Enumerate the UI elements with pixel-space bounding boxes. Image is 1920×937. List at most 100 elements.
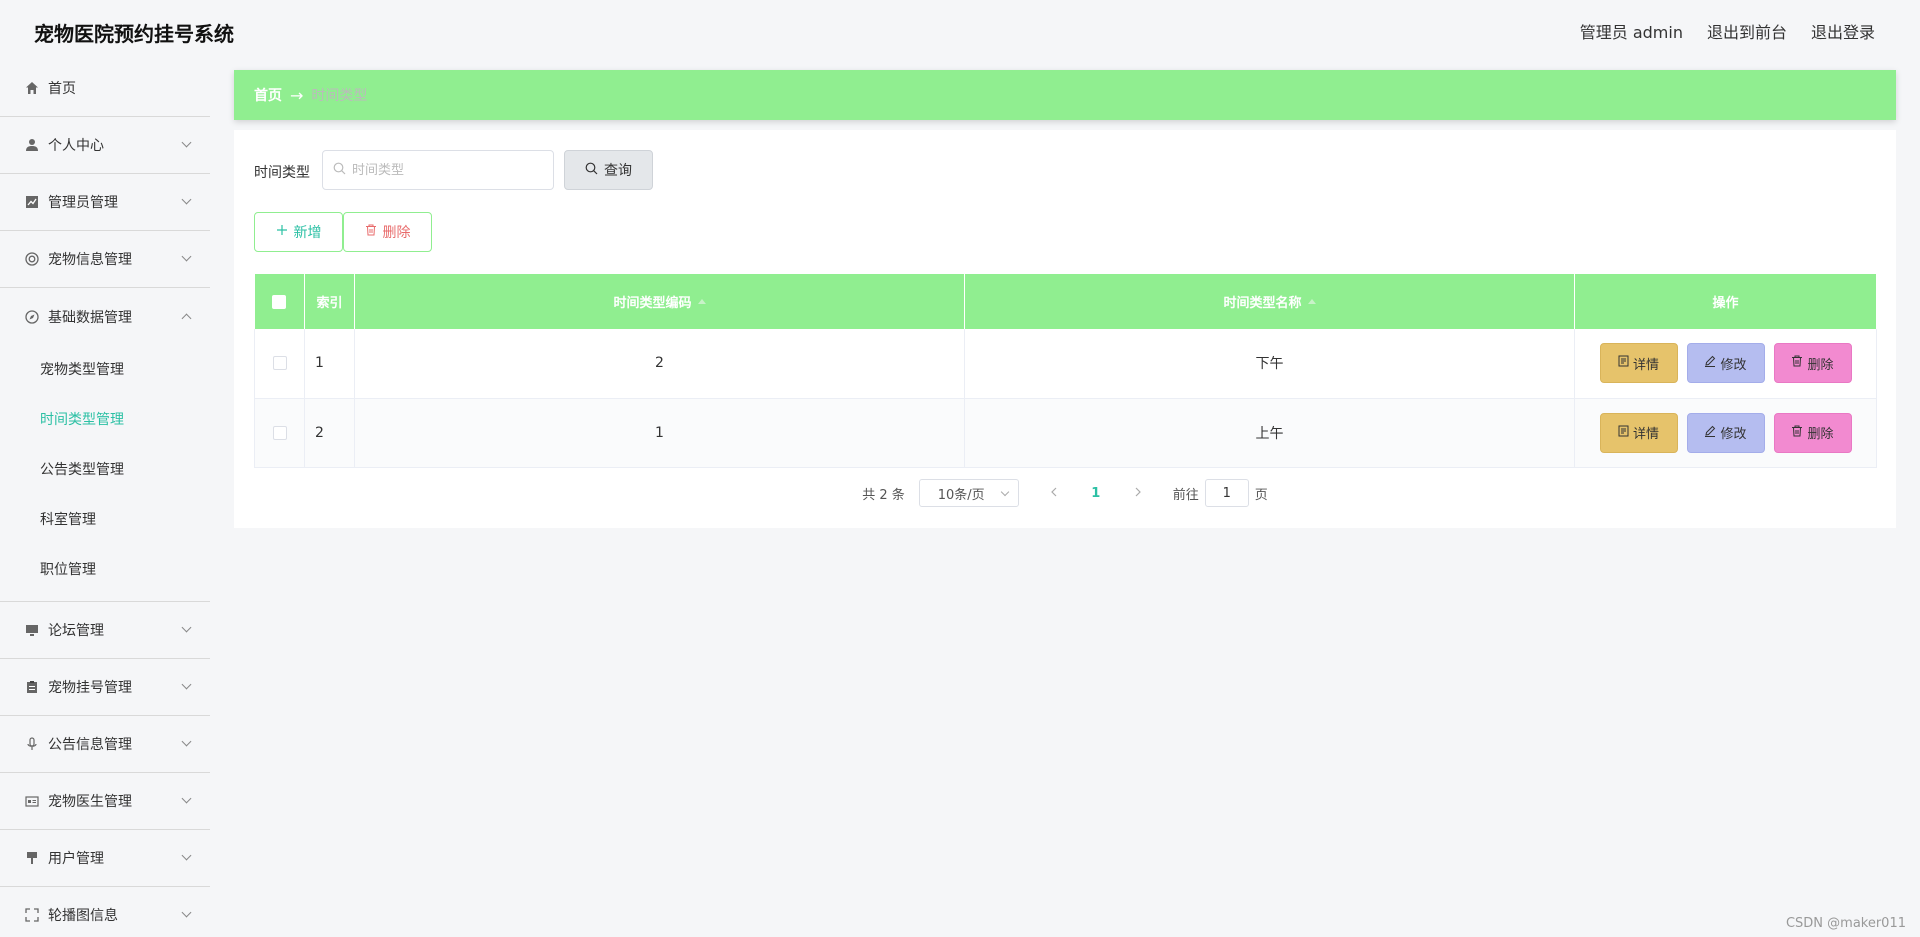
chevron-down-icon: [181, 850, 192, 861]
user-icon: [24, 137, 40, 153]
edit-button[interactable]: 修改: [1686, 343, 1765, 384]
goto-page: 前往 页: [1173, 479, 1268, 507]
goto-page-input[interactable]: [1204, 479, 1249, 507]
row-select-cell[interactable]: [254, 329, 305, 399]
goto-prefix: 前往: [1172, 487, 1199, 503]
add-button-label: 新增: [293, 225, 322, 241]
sidebar-item-admin-management[interactable]: 管理员管理: [0, 174, 210, 231]
watermark: CSDN @maker011: [1785, 916, 1906, 931]
chevron-down-icon: [181, 679, 192, 690]
sidebar-item-label: 轮播图信息: [48, 908, 118, 924]
chevron-down-icon: [181, 736, 192, 747]
trash-icon: [365, 224, 377, 240]
sidebar-item-label: 宠物挂号管理: [48, 680, 132, 696]
sidebar-item-personal-center[interactable]: 个人中心: [0, 117, 210, 174]
header-name-label: 时间类型名称: [1223, 296, 1302, 311]
delete-button-label: 删除: [1807, 427, 1834, 442]
chart-icon: [24, 194, 40, 210]
header-code-label: 时间类型编码: [613, 296, 692, 311]
row-select-cell[interactable]: [254, 398, 305, 468]
sidebar-item-notice[interactable]: 公告信息管理: [0, 716, 210, 773]
compass-icon: [24, 309, 40, 325]
pencil-icon: [1704, 425, 1716, 441]
chevron-down-icon: [1000, 487, 1009, 497]
sidebar-item-users[interactable]: 用户管理: [0, 830, 210, 887]
header-index: 索引: [304, 274, 355, 329]
row-code: 1: [354, 398, 965, 468]
current-user-label: 管理员 admin: [1579, 23, 1683, 42]
top-bar: 宠物医院预约挂号系统 管理员 admin 退出到前台 退出登录: [0, 0, 1920, 60]
delete-button[interactable]: 删除: [1773, 343, 1852, 384]
row-actions: 详情 修改 删除: [1574, 398, 1877, 468]
sidebar-item-carousel[interactable]: 轮播图信息: [0, 887, 210, 937]
row-name: 上午: [964, 398, 1575, 468]
sidebar-item-registration[interactable]: 宠物挂号管理: [0, 659, 210, 716]
submenu-item-notice-type[interactable]: 公告类型管理: [0, 445, 210, 495]
submenu-item-position[interactable]: 职位管理: [0, 545, 210, 595]
document-icon: [1618, 355, 1629, 371]
sidebar-item-label: 基础数据管理: [48, 309, 132, 326]
top-links: 管理员 admin 退出到前台 退出登录: [1580, 19, 1875, 43]
prev-page-button[interactable]: [1039, 486, 1069, 501]
page-number-current[interactable]: 1: [1081, 486, 1111, 501]
search-input[interactable]: [352, 162, 542, 178]
trash-icon: [1791, 425, 1803, 441]
submenu-item-pet-type[interactable]: 宠物类型管理: [0, 345, 210, 395]
sidebar-item-label: 首页: [48, 81, 76, 97]
header-name[interactable]: 时间类型名称: [964, 274, 1575, 329]
add-button[interactable]: 新增: [254, 212, 343, 252]
row-index: 2: [304, 398, 355, 468]
time-type-table: 索引 时间类型编码 时间类型名称 操作 1 2 下午 详情 修改 删除 2 1 …: [254, 274, 1877, 468]
select-all-cell[interactable]: [254, 274, 305, 329]
search-icon: [585, 162, 598, 179]
sidebar-item-pet-info[interactable]: 宠物信息管理: [0, 231, 210, 288]
fullscreen-icon: [24, 907, 40, 923]
row-code: 2: [354, 329, 965, 399]
breadcrumb: 首页 → 时间类型: [234, 70, 1896, 120]
row-name: 下午: [964, 329, 1575, 399]
page-size-select[interactable]: 10条/页: [918, 479, 1019, 507]
next-page-button[interactable]: [1123, 486, 1153, 501]
row-actions: 详情 修改 删除: [1574, 329, 1877, 399]
app-title: 宠物医院预约挂号系统: [34, 22, 234, 46]
detail-button-label: 详情: [1632, 357, 1659, 373]
sidebar-item-forum[interactable]: 论坛管理: [0, 602, 210, 659]
plus-icon: [276, 224, 288, 240]
sidebar-item-label: 宠物信息管理: [48, 252, 132, 268]
home-icon: [24, 80, 40, 96]
delete-button[interactable]: 删除: [1773, 412, 1852, 453]
select-all-checkbox[interactable]: [272, 294, 287, 309]
sidebar-item-doctor[interactable]: 宠物医生管理: [0, 773, 210, 830]
header-code[interactable]: 时间类型编码: [354, 274, 965, 329]
detail-button[interactable]: 详情: [1599, 412, 1678, 453]
breadcrumb-home-link[interactable]: 首页: [254, 85, 282, 105]
edit-button[interactable]: 修改: [1686, 412, 1765, 453]
row-checkbox[interactable]: [272, 356, 287, 371]
sidebar-item-label: 用户管理: [48, 851, 104, 867]
detail-button[interactable]: 详情: [1599, 343, 1678, 384]
sidebar-item-home[interactable]: 首页: [0, 60, 210, 117]
sort-icon[interactable]: [697, 299, 706, 304]
arrow-right-icon: →: [290, 85, 304, 105]
logout-link[interactable]: 退出登录: [1811, 19, 1875, 43]
sidebar-item-label: 论坛管理: [48, 623, 104, 639]
exit-to-frontend-link[interactable]: 退出到前台: [1707, 19, 1787, 43]
brush-icon: [24, 850, 40, 866]
submenu-item-time-type[interactable]: 时间类型管理: [0, 395, 210, 445]
trash-icon: [1791, 355, 1803, 371]
search-field[interactable]: [322, 150, 554, 190]
lifebuoy-icon: [24, 251, 40, 267]
submenu-item-department[interactable]: 科室管理: [0, 495, 210, 545]
sidebar-item-label: 个人中心: [48, 138, 104, 154]
query-button[interactable]: 查询: [564, 150, 653, 190]
delete-button-label: 删除: [382, 225, 411, 241]
sidebar-item-base-data[interactable]: 基础数据管理: [0, 288, 210, 345]
sidebar-item-label: 宠物医生管理: [48, 794, 132, 810]
row-checkbox[interactable]: [272, 425, 287, 440]
batch-delete-button[interactable]: 删除: [343, 212, 432, 252]
chevron-down-icon: [181, 194, 192, 205]
header-actions: 操作: [1574, 274, 1877, 329]
sort-icon[interactable]: [1307, 299, 1316, 304]
goto-suffix: 页: [1254, 487, 1268, 503]
chevron-down-icon: [181, 137, 192, 148]
